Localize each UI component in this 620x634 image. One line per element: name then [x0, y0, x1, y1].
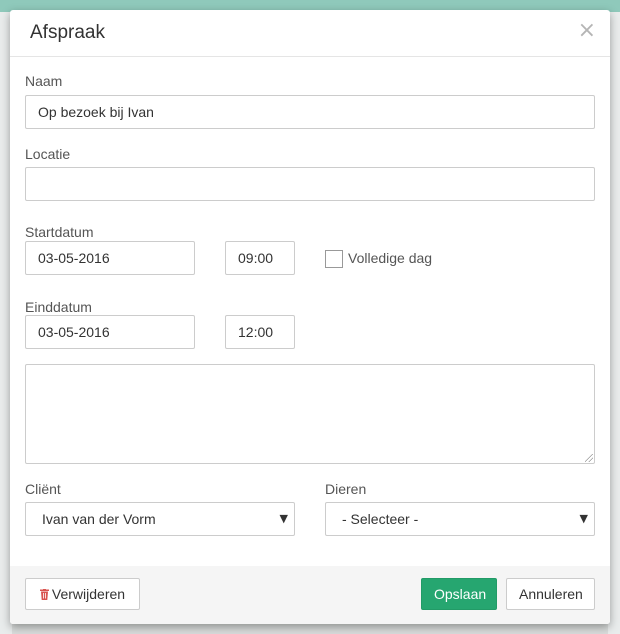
animals-select[interactable]: - Selecteer - ▼: [325, 502, 595, 536]
close-icon[interactable]: ×: [578, 20, 596, 42]
delete-button[interactable]: Verwijderen: [25, 578, 140, 610]
save-button[interactable]: Opslaan: [421, 578, 497, 610]
location-label: Locatie: [25, 146, 71, 162]
name-input[interactable]: Op bezoek bij Ivan: [25, 95, 595, 129]
client-select[interactable]: Ivan van der Vorm ▼: [25, 502, 295, 536]
modal-header: Afspraak ×: [10, 10, 610, 57]
allday-label[interactable]: Volledige dag: [348, 250, 432, 266]
name-label: Naam: [25, 73, 63, 89]
start-time-input[interactable]: 09:00: [225, 241, 295, 275]
modal-footer: Verwijderen Opslaan Annuleren: [10, 566, 610, 624]
trash-icon: [39, 589, 49, 600]
resize-grip-icon[interactable]: [585, 454, 593, 462]
end-date-input[interactable]: 03-05-2016: [25, 315, 195, 349]
delete-button-label: Verwijderen: [51, 586, 126, 602]
appointment-modal: Afspraak × Naam Op bezoek bij Ivan Locat…: [10, 10, 610, 624]
cancel-button[interactable]: Annuleren: [506, 578, 595, 610]
start-date-input[interactable]: 03-05-2016: [25, 241, 195, 275]
caret-down-icon: ▼: [579, 512, 588, 525]
location-input[interactable]: [25, 167, 595, 201]
animals-label: Dieren: [325, 481, 367, 497]
modal-title: Afspraak: [30, 22, 105, 43]
animals-select-value: - Selecteer -: [342, 511, 419, 527]
client-label: Cliënt: [25, 481, 61, 497]
client-select-value: Ivan van der Vorm: [42, 511, 156, 527]
allday-checkbox[interactable]: [325, 250, 343, 268]
end-date-label: Einddatum: [25, 299, 92, 315]
caret-down-icon: ▼: [279, 512, 288, 525]
end-time-input[interactable]: 12:00: [225, 315, 295, 349]
start-date-label: Startdatum: [25, 224, 94, 240]
notes-textarea[interactable]: [25, 364, 595, 464]
